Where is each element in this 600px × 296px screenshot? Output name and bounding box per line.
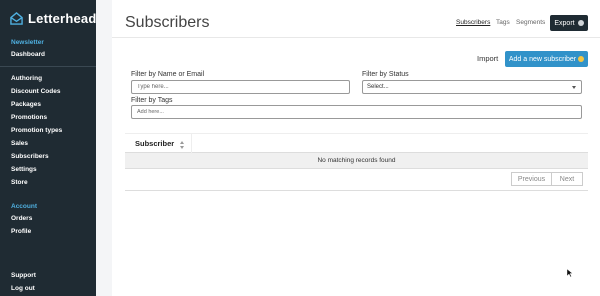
sidebar-heading-newsletter: Newsletter [11,39,44,46]
sidebar-item-orders[interactable]: Orders [11,215,32,222]
next-page-button[interactable]: Next [552,172,583,186]
filter-name-label: Filter by Name or Email [131,71,205,78]
subscribers-table: Subscriber No matching records found [125,133,588,169]
export-label: Export [554,19,575,27]
export-button[interactable]: Export [550,15,588,31]
filter-tags-label: Filter by Tags [131,97,173,104]
import-link[interactable]: Import [477,54,498,63]
sidebar-item-settings[interactable]: Settings [11,166,37,173]
page-header: Subscribers Subscribers Tags Segments Ex… [112,0,600,38]
emoji-icon [578,56,585,62]
tab-segments[interactable]: Segments [516,19,545,26]
sidebar-item-promotion-types[interactable]: Promotion types [11,127,62,134]
table-bottom-divider [125,190,588,191]
sidebar-item-profile[interactable]: Profile [11,228,31,235]
sidebar-item-packages[interactable]: Packages [11,101,41,108]
filter-status-label: Filter by Status [362,71,409,78]
filter-status-select[interactable]: Select... [362,80,582,94]
sidebar-divider [0,66,96,67]
sidebar-item-dashboard[interactable]: Dashboard [11,51,45,58]
sidebar-heading-account: Account [11,203,37,210]
sidebar-item-discount-codes[interactable]: Discount Codes [11,88,60,95]
sidebar-item-support[interactable]: Support [11,272,36,279]
column-separator [191,134,192,154]
mouse-cursor-icon [567,269,573,277]
sidebar-item-authoring[interactable]: Authoring [11,75,42,82]
table-header: Subscriber [125,133,588,154]
main-panel: Subscribers Subscribers Tags Segments Ex… [112,0,600,296]
brand-name: Letterhead [28,11,97,26]
filter-name-input[interactable] [131,80,350,94]
chevron-down-icon [572,86,576,89]
empty-state-row: No matching records found [125,153,588,169]
sidebar: Letterhead Newsletter Dashboard Authorin… [0,0,96,296]
filter-tags-input[interactable] [131,105,582,119]
previous-page-button[interactable]: Previous [511,172,552,186]
brand[interactable]: Letterhead [10,11,96,26]
sidebar-item-store[interactable]: Store [11,179,28,186]
sidebar-item-sales[interactable]: Sales [11,140,28,147]
page-title: Subscribers [125,14,210,31]
filter-status-value: Select... [367,84,389,90]
tab-tags[interactable]: Tags [496,19,510,26]
empty-state-message: No matching records found [317,157,396,164]
letterhead-logo-icon [10,12,23,25]
pagination: Previous Next [511,172,583,186]
sidebar-item-logout[interactable]: Log out [11,285,35,292]
column-header-subscriber[interactable]: Subscriber [135,139,174,148]
tab-subscribers[interactable]: Subscribers [456,19,490,26]
add-subscriber-label: Add a new subscriber [508,55,577,63]
add-subscriber-button[interactable]: Add a new subscriber [505,51,588,67]
sidebar-item-subscribers[interactable]: Subscribers [11,153,49,160]
sort-icon[interactable] [180,141,184,149]
sidebar-item-promotions[interactable]: Promotions [11,114,47,121]
settings-icon [577,20,584,26]
